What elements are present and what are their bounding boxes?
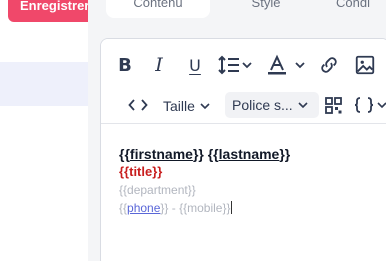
formatting-toolbar: B I U	[101, 39, 386, 89]
tab-style[interactable]: Style	[216, 0, 316, 18]
brace-open: {{	[119, 146, 130, 162]
tab-content[interactable]: Contenu	[106, 0, 210, 18]
font-size-label: Taille	[163, 98, 195, 114]
code-icon	[128, 99, 148, 111]
phone-variable: phone	[127, 201, 161, 215]
brace-open: {{	[207, 146, 219, 162]
department-variable: {{department}}	[119, 183, 196, 197]
phone-separator: -	[168, 201, 180, 215]
panel-tabs: Contenu Style Condi	[88, 0, 386, 22]
chevron-down-icon	[298, 102, 308, 109]
phone-line: {{phone}} - {{mobile}}	[119, 199, 290, 217]
text-caret	[231, 201, 233, 214]
name-line: {{firstname}} {{lastname}}	[119, 145, 290, 163]
text-color-icon	[268, 54, 305, 75]
brace-close: }}	[192, 146, 204, 162]
font-size-select[interactable]: Taille	[163, 95, 211, 117]
firstname-variable: firstname	[129, 146, 193, 162]
insert-variable-button[interactable]	[353, 95, 386, 115]
qr-code-icon	[324, 96, 342, 114]
code-view-button[interactable]	[127, 94, 149, 116]
image-icon	[355, 55, 375, 75]
title-variable: {{title}}	[119, 164, 163, 179]
rich-text-editor: B I U Taille Police s... {{firstname}} {…	[100, 38, 386, 261]
text-color-button[interactable]	[266, 53, 310, 77]
brace-close: }}	[279, 146, 291, 162]
tab-conditions[interactable]: Condi	[336, 0, 386, 18]
underline-button[interactable]: U	[185, 53, 205, 77]
toolbar-divider	[101, 123, 386, 124]
editor-content[interactable]: {{firstname}} {{lastname}} {{title}} {{d…	[119, 145, 290, 217]
insert-image-button[interactable]	[353, 53, 377, 77]
bold-button[interactable]: B	[115, 53, 135, 77]
line-height-icon	[218, 55, 252, 75]
left-sidebar: Enregistrer	[0, 0, 108, 261]
line-height-button[interactable]	[217, 53, 257, 77]
bold-icon: B	[118, 54, 132, 76]
chevron-down-icon	[200, 103, 210, 110]
underline-icon: U	[189, 55, 201, 75]
selected-sidebar-row[interactable]	[0, 62, 98, 106]
insert-link-button[interactable]	[317, 53, 341, 77]
font-family-label: Police s...	[232, 97, 293, 113]
lastname-variable: lastname	[218, 146, 280, 162]
font-family-select[interactable]: Police s...	[225, 92, 319, 118]
qr-code-button[interactable]	[323, 95, 343, 115]
link-icon	[321, 57, 337, 73]
braces-icon	[354, 97, 386, 113]
editor-screen: Enregistrer Contenu Style Condi B I U Ta…	[0, 0, 386, 261]
italic-icon: I	[155, 54, 163, 76]
properties-panel: Contenu Style Condi B I U Taille Police …	[88, 0, 386, 261]
mobile-variable: {{mobile}}	[179, 201, 231, 215]
italic-button[interactable]: I	[149, 53, 169, 77]
brace-open: {{	[119, 201, 128, 215]
